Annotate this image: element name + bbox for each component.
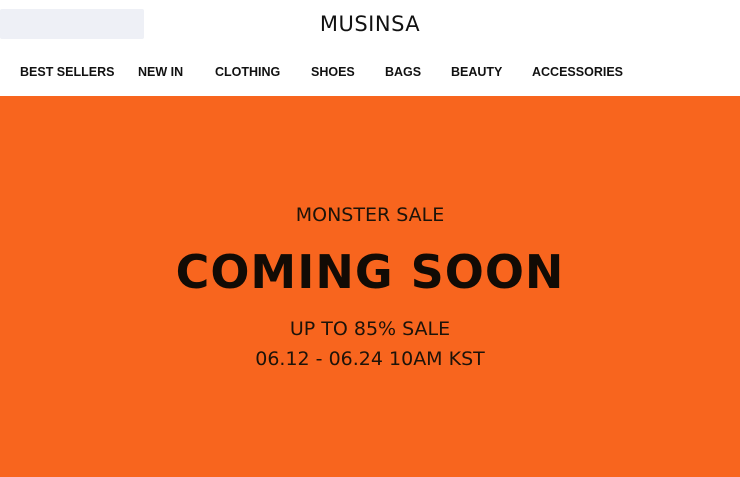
banner-eyebrow: MONSTER SALE [295, 204, 445, 226]
nav-item-new-in[interactable]: NEW IN [138, 64, 183, 80]
page: MUSINSA BEST SELLERS NEW IN CLOTHING SHO… [0, 0, 740, 477]
nav-item-accessories[interactable]: ACCESSORIES [532, 64, 623, 80]
nav-item-bags[interactable]: BAGS [385, 64, 421, 80]
brand-logo[interactable]: MUSINSA [0, 12, 740, 36]
top-bar: MUSINSA [0, 0, 740, 50]
nav-item-clothing[interactable]: CLOTHING [215, 64, 280, 80]
banner-subtitle: UP TO 85% SALE [289, 318, 451, 340]
promo-banner[interactable]: MONSTER SALE COMING SOON UP TO 85% SALE … [0, 96, 740, 477]
nav-item-shoes[interactable]: SHOES [311, 64, 355, 80]
category-nav: BEST SELLERS NEW IN CLOTHING SHOES BAGS … [0, 50, 740, 96]
nav-item-best-sellers[interactable]: BEST SELLERS [20, 64, 114, 80]
banner-title: COMING SOON [175, 245, 565, 299]
banner-dates: 06.12 - 06.24 10AM KST [255, 348, 485, 370]
nav-item-beauty[interactable]: BEAUTY [451, 64, 502, 80]
